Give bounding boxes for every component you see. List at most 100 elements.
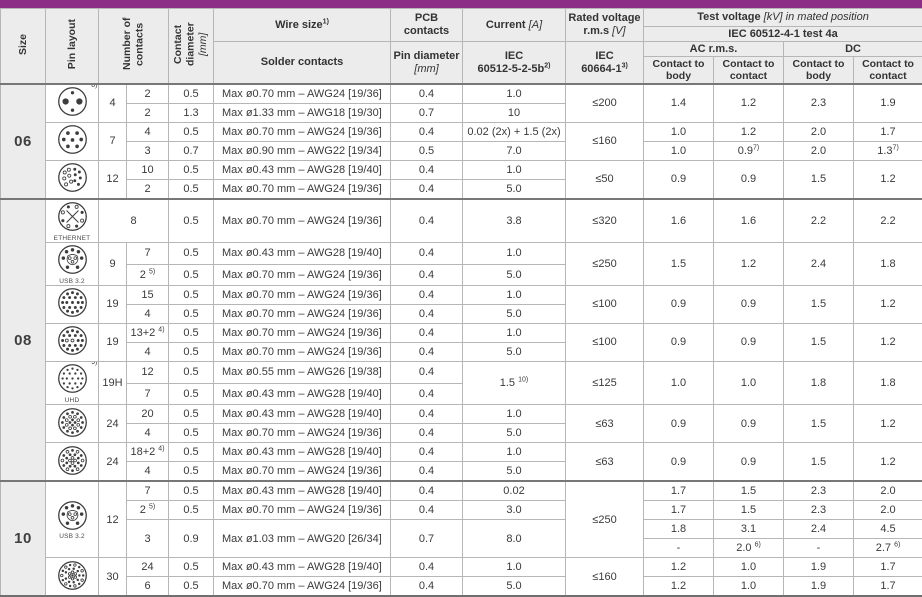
cell-contacts: 3 [127, 520, 169, 558]
cell-diameter: 0.5 [169, 577, 214, 597]
cell-ac-contact: 0.9 [714, 405, 784, 443]
cell-ac-contact: 0.9 [714, 443, 784, 482]
pin-layout-24-icon [56, 406, 89, 439]
cell-current: 1.0 [463, 161, 566, 180]
cell-dc-contact: 2.0 [854, 481, 922, 501]
col-header-contact-diameter: Contact diameter [mm] [169, 9, 214, 85]
cell-current: 5.0 [463, 343, 566, 362]
cell-voltage: ≤250 [566, 243, 644, 286]
cell-ac-contact: 1.0 [714, 558, 784, 577]
cell-dc-contact: 1.2 [854, 161, 922, 200]
table-row: 24 18+2 4) 0.5 Max ø0.43 mm – AWG28 [19/… [1, 443, 922, 462]
cell-pcb: 0.7 [391, 520, 463, 558]
cell-ac-contact: 1.2 [714, 243, 784, 286]
cell-dc-body: 1.5 [784, 443, 854, 482]
cell-ac-contact: 1.0 [714, 577, 784, 597]
cell-solder: Max ø0.70 mm – AWG24 [19/36] [214, 123, 391, 142]
cell-pcb: 0.4 [391, 343, 463, 362]
col-header-ac-contact-to-contact: Contact to contact [714, 57, 784, 85]
col-header-wire-size: Wire size1) [214, 9, 391, 42]
table-row: 19 13+2 4) 0.5 Max ø0.70 mm – AWG24 [19/… [1, 324, 922, 343]
cell-dc-contact: 1.8 [854, 243, 922, 286]
cell-diameter: 0.5 [169, 324, 214, 343]
cell-voltage: ≤63 [566, 443, 644, 482]
cell-ac-body: 0.9 [644, 286, 714, 324]
cell-diameter: 0.7 [169, 142, 214, 161]
cell-solder: Max ø0.43 mm – AWG28 [19/40] [214, 383, 391, 405]
pin-layout-12-icon [56, 161, 89, 194]
cell-current: 1.0 [463, 558, 566, 577]
cell-solder: Max ø0.90 mm – AWG22 [19/34] [214, 142, 391, 161]
cell-dc-body: 2.0 [784, 123, 854, 142]
pin-layout-cell: 8) [46, 84, 99, 123]
col-header-dc-contact-to-contact: Contact to contact [854, 57, 922, 85]
cell-solder: Max ø0.70 mm – AWG24 [19/36] [214, 501, 391, 520]
cell-voltage: ≤50 [566, 161, 644, 200]
cell-ac-body: 1.7 [644, 501, 714, 520]
cell-pcb: 0.4 [391, 462, 463, 482]
cell-ac-body: 1.2 [644, 577, 714, 597]
cell-ac-body: 1.4 [644, 84, 714, 123]
cell-ac-body: 1.0 [644, 142, 714, 161]
cell-pcb: 0.4 [391, 383, 463, 405]
table-body: 06 8) 4 2 0.5 Max ø0.70 mm – AWG24 [19/3… [1, 84, 922, 596]
cell-diameter: 0.5 [169, 199, 214, 243]
cell-ac-contact: 1.2 [714, 123, 784, 142]
cell-solder: Max ø0.43 mm – AWG28 [19/40] [214, 161, 391, 180]
cell-current: 3.0 [463, 501, 566, 520]
cell-solder: Max ø0.43 mm – AWG28 [19/40] [214, 405, 391, 424]
cell-contacts: 18+2 4) [127, 443, 169, 462]
cell-diameter: 0.5 [169, 362, 214, 384]
contacts-total: 7 [99, 123, 127, 161]
table-row: 30 24 0.5 Max ø0.43 mm – AWG28 [19/40] 0… [1, 558, 922, 577]
cell-solder: Max ø0.70 mm – AWG24 [19/36] [214, 343, 391, 362]
cell-dc-body: 2.3 [784, 501, 854, 520]
cell-diameter: 0.5 [169, 305, 214, 324]
cell-pcb: 0.4 [391, 243, 463, 265]
cell-diameter: 0.5 [169, 123, 214, 142]
cell-current: 1.0 [463, 84, 566, 104]
col-header-pcb-contacts: PCB contacts [391, 9, 463, 42]
cell-pcb: 0.4 [391, 264, 463, 286]
cell-pcb: 0.4 [391, 84, 463, 104]
cell-current: 1.0 [463, 324, 566, 343]
cell-contacts: 7 [127, 383, 169, 405]
table-row: 12 10 0.5 Max ø0.43 mm – AWG28 [19/40] 0… [1, 161, 922, 180]
pin-layout-cell [46, 324, 99, 362]
cell-dc-body: 1.5 [784, 286, 854, 324]
cell-contacts: 7 [127, 481, 169, 501]
cell-diameter: 0.5 [169, 424, 214, 443]
cell-ac-body: - [644, 539, 714, 558]
cell-solder: Max ø0.70 mm – AWG24 [19/36] [214, 286, 391, 305]
cell-contacts: 7 [127, 243, 169, 265]
cell-contacts: 4 [127, 424, 169, 443]
cell-current: 1.0 [463, 443, 566, 462]
cell-solder: Max ø0.55 mm – AWG26 [19/38] [214, 362, 391, 384]
cell-pcb: 0.4 [391, 362, 463, 384]
cell-dc-body: - [784, 539, 854, 558]
cell-dc-contact: 1.37) [854, 142, 922, 161]
col-header-number-of-contacts: Number of contacts [99, 9, 169, 85]
table-header: Size Pin layout Number of contacts Conta… [1, 9, 922, 85]
cell-pcb: 0.4 [391, 501, 463, 520]
pin-layout-cell [46, 123, 99, 161]
contacts-total: 4 [99, 84, 127, 123]
pin-layout-cell [46, 405, 99, 443]
cell-dc-contact: 1.2 [854, 405, 922, 443]
pin-layout-cell: USB 3.2 [46, 481, 99, 558]
cell-contacts: 6 [127, 577, 169, 597]
cell-pcb: 0.4 [391, 558, 463, 577]
cell-pcb: 0.4 [391, 481, 463, 501]
col-header-ac-contact-to-body: Contact to body [644, 57, 714, 85]
pin-layout-19-icon [56, 286, 89, 319]
cell-ac-body: 0.9 [644, 161, 714, 200]
cell-current: 5.0 [463, 305, 566, 324]
cell-dc-contact: 2.2 [854, 199, 922, 243]
cell-ac-contact: 0.9 [714, 324, 784, 362]
pin-layout-cell: USB 3.2 [46, 243, 99, 286]
cell-solder: Max ø0.70 mm – AWG24 [19/36] [214, 305, 391, 324]
cell-dc-body: 1.5 [784, 405, 854, 443]
cell-ac-contact: 1.2 [714, 84, 784, 123]
cell-diameter: 0.5 [169, 286, 214, 305]
cell-ac-body: 0.9 [644, 443, 714, 482]
